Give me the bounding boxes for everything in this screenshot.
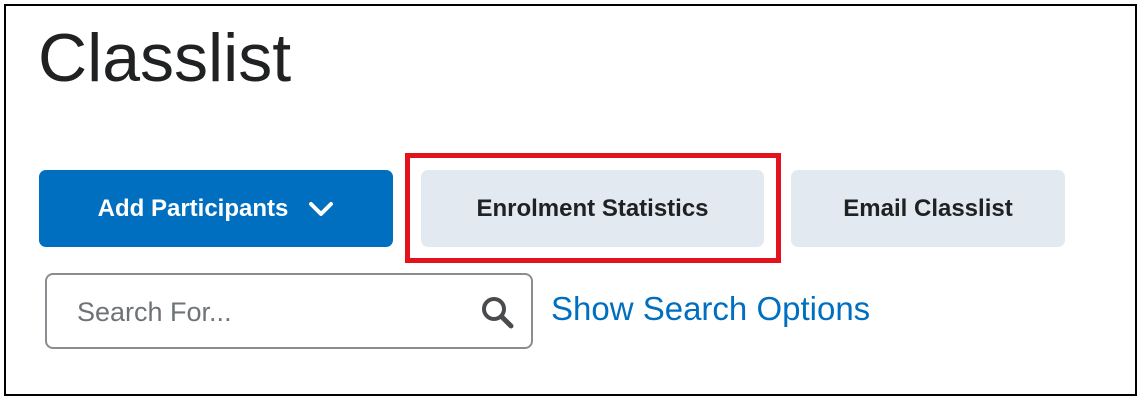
show-search-options-link[interactable]: Show Search Options <box>551 288 870 330</box>
enrolment-statistics-label: Enrolment Statistics <box>476 194 709 222</box>
email-classlist-label: Email Classlist <box>843 194 1013 222</box>
page-title: Classlist <box>38 20 292 96</box>
enrolment-statistics-button[interactable]: Enrolment Statistics <box>421 170 764 247</box>
search-field[interactable] <box>45 273 533 349</box>
add-participants-button[interactable]: Add Participants <box>39 170 393 247</box>
chevron-down-icon <box>309 201 334 216</box>
email-classlist-button[interactable]: Email Classlist <box>791 170 1065 247</box>
add-participants-label: Add Participants <box>97 194 289 222</box>
search-input[interactable] <box>75 291 459 333</box>
search-icon[interactable] <box>480 295 516 331</box>
